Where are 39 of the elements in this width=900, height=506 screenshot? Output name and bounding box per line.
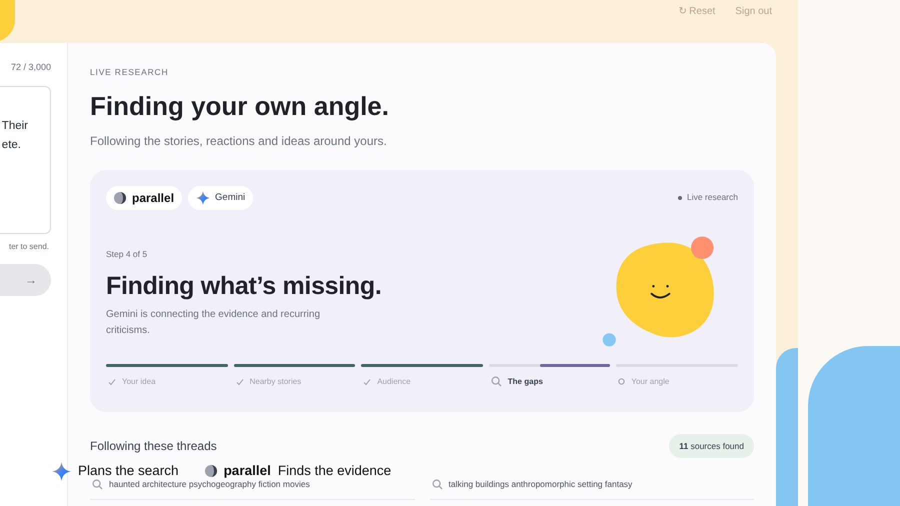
sphere-icon: [204, 465, 217, 478]
sources-badge: 11 sources found: [669, 434, 754, 458]
message-field[interactable]: Their ete.: [0, 86, 51, 234]
step-label: The gaps: [508, 376, 543, 388]
search-query: haunted architecture psychogeography fiction movies: [109, 478, 310, 490]
search-query: talking buildings anthropomorphic setting fantasy: [448, 478, 632, 490]
parallel-logo: parallel: [132, 190, 174, 207]
parallel-logo: parallel: [224, 462, 271, 480]
eyebrow-label: LIVE RESEARCH: [90, 66, 170, 79]
sign-out-button[interactable]: Sign out: [735, 4, 772, 19]
send-button[interactable]: →: [0, 264, 51, 296]
message-text: Their ete.: [2, 118, 28, 152]
parallel-caption: Finds the evidence: [278, 462, 392, 480]
step-label: Your angle: [631, 376, 670, 388]
hint-text: ter to send.: [8, 240, 50, 252]
check-icon: [363, 378, 372, 386]
reset-button[interactable]: ↻ Reset: [678, 4, 716, 19]
search-icon: [432, 478, 442, 490]
check-icon: [108, 378, 116, 386]
sparkle-icon: [196, 190, 210, 205]
gemini-caption: Plans the search: [78, 462, 179, 480]
page-subtitle: Following the stories, reactions and ideas around yours.: [90, 132, 388, 150]
section-title: Following these threads: [90, 438, 217, 455]
step-description: Gemini is connecting the evidence and recurring criticisms.: [106, 308, 322, 338]
search-icon: [490, 376, 502, 388]
status-label: Live research: [686, 191, 738, 204]
gemini-label: Gemini: [215, 190, 246, 205]
check-icon: [236, 378, 244, 386]
search-icon: [92, 478, 103, 490]
character-counter: 72 / 3,000: [10, 61, 51, 74]
step-counter: Step 4 of 5: [106, 248, 148, 260]
step-label: Audience: [377, 376, 411, 388]
sphere-icon: [114, 192, 126, 204]
step-heading: Finding what’s missing.: [106, 270, 382, 300]
page-title: Finding your own angle.: [90, 90, 390, 121]
circle-icon: [618, 378, 626, 386]
step-label: Nearby stories: [250, 376, 302, 388]
step-label: Your idea: [122, 376, 156, 388]
sparkle-icon: [52, 462, 71, 481]
